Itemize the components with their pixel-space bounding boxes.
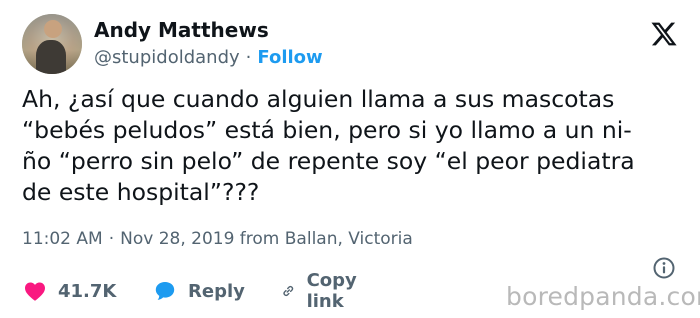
x-logo-icon[interactable] (650, 20, 678, 48)
heart-icon (25, 282, 45, 301)
tweet-line: ño “perro sin pelo” de repente soy “el p… (22, 147, 635, 175)
tweet-line: “bebés peludos” está bien, pero si yo ll… (22, 116, 632, 144)
tweet-card: Andy Matthews @stupidoldandy · Follow Ah, … (0, 0, 700, 318)
reply-label: Reply (188, 280, 245, 302)
avatar[interactable] (22, 14, 82, 74)
author-handle[interactable]: @stupidoldandy (94, 47, 240, 68)
link-icon (283, 285, 294, 297)
like-count: 41.7K (58, 280, 117, 302)
author-handle-line: @stupidoldandy · Follow (94, 46, 323, 70)
copy-link-button[interactable]: Copy link (280, 270, 366, 312)
follow-button[interactable]: Follow (257, 47, 322, 68)
reply-button[interactable]: Reply (152, 276, 245, 306)
copy-link-label: Copy link (306, 270, 357, 312)
meta-separator: · (108, 229, 115, 249)
info-icon[interactable] (652, 256, 676, 280)
tweet-time[interactable]: 11:02 AM (22, 229, 103, 249)
tweet-date-location[interactable]: Nov 28, 2019 from Ballan, Victoria (120, 229, 413, 249)
tweet-meta: 11:02 AM · Nov 28, 2019 from Ballan, Victo… (22, 228, 413, 250)
watermark: boredpanda.com (506, 282, 700, 311)
separator-dot: · (245, 47, 252, 68)
tweet-line: Ah, ¿así que cuando alguien llama a sus … (22, 85, 615, 113)
speech-bubble-icon (155, 282, 175, 300)
author-name[interactable]: Andy Matthews (94, 18, 269, 42)
tweet-text: Ah, ¿así que cuando alguien llama a sus … (22, 84, 662, 208)
tweet-line: de este hospital”??? (22, 178, 260, 206)
like-button[interactable]: 41.7K (22, 276, 116, 306)
